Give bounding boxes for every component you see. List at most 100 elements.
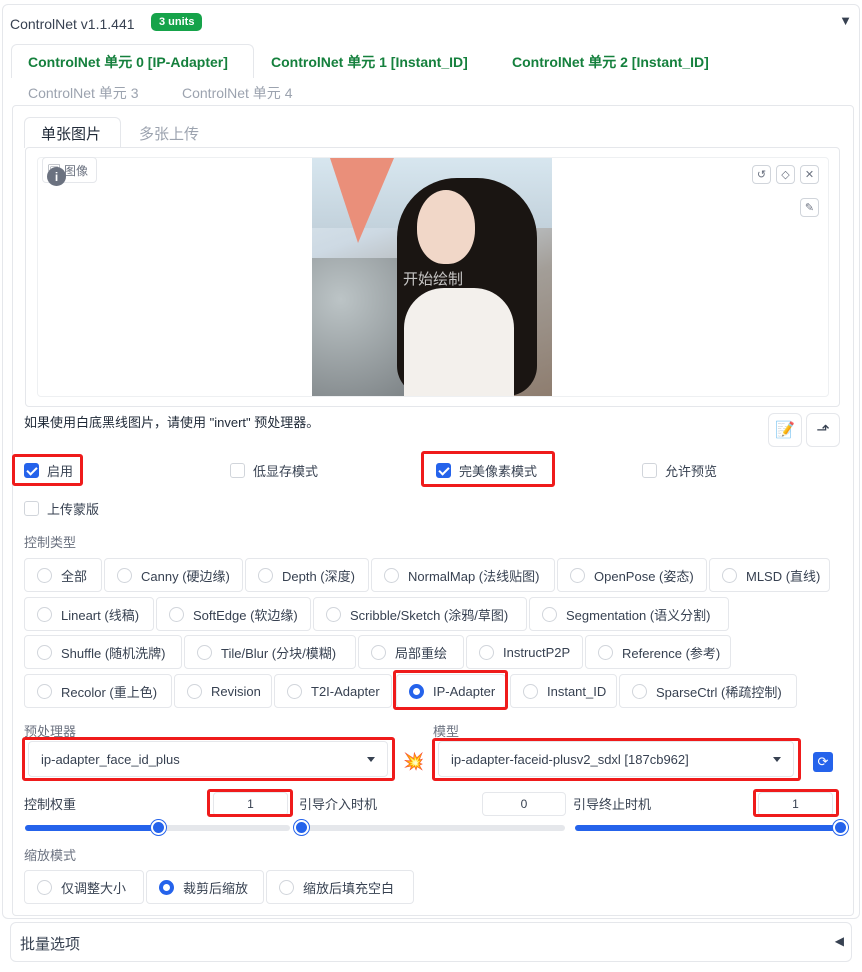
tab-unit-0[interactable]: ControlNet 单元 0 [IP-Adapter]	[28, 52, 228, 72]
control-type-option-selected[interactable]: IP-Adapter	[396, 674, 506, 708]
batch-options-accordion[interactable]	[10, 922, 852, 962]
radio-icon[interactable]	[37, 567, 52, 583]
radio-icon[interactable]	[598, 644, 613, 660]
upload-mask-checkbox[interactable]: 上传蒙版	[24, 499, 99, 518]
control-type-option[interactable]: Tile/Blur (分块/模糊)	[184, 635, 356, 669]
low-vram-label: 低显存模式	[253, 464, 319, 479]
control-type-option[interactable]: MLSD (直线)	[709, 558, 830, 592]
control-type-option[interactable]: 局部重绘	[358, 635, 464, 669]
control-type-option[interactable]: NormalMap (法线贴图)	[371, 558, 555, 592]
chevron-down-icon[interactable]	[773, 756, 781, 762]
option-label: Tile/Blur (分块/模糊)	[221, 645, 337, 661]
radio-icon[interactable]	[542, 606, 557, 622]
radio-icon[interactable]	[632, 683, 647, 699]
control-type-option[interactable]: InstructP2P	[466, 635, 583, 669]
radio-icon[interactable]	[479, 644, 494, 660]
tab-single-image[interactable]: 单张图片	[41, 123, 101, 144]
radio-selected-icon[interactable]	[159, 879, 174, 895]
option-label: Revision	[211, 683, 261, 699]
resize-option[interactable]: 仅调整大小	[24, 870, 144, 904]
slider-handle[interactable]	[833, 820, 848, 835]
slider-handle[interactable]	[294, 820, 309, 835]
upload-mask-check-icon[interactable]	[24, 501, 39, 516]
end-input[interactable]: 1	[758, 792, 833, 816]
control-type-option[interactable]: OpenPose (姿态)	[557, 558, 707, 592]
tab-batch-upload[interactable]: 多张上传	[139, 123, 199, 144]
slider-handle[interactable]	[150, 820, 166, 835]
model-dropdown[interactable]: ip-adapter-faceid-plusv2_sdxl [187cb962]	[438, 741, 794, 777]
control-type-option[interactable]: Shuffle (随机洗牌)	[24, 635, 182, 669]
radio-icon[interactable]	[258, 567, 273, 583]
control-type-option[interactable]: Segmentation (语义分割)	[529, 597, 729, 631]
radio-icon[interactable]	[523, 683, 538, 699]
start-slider[interactable]	[294, 820, 565, 835]
control-type-option[interactable]: Recolor (重上色)	[24, 674, 172, 708]
radio-icon[interactable]	[169, 606, 184, 622]
low-vram-check-icon[interactable]	[230, 463, 245, 478]
radio-icon[interactable]	[37, 606, 52, 622]
brush-icon[interactable]: ✎	[800, 198, 819, 217]
control-type-option[interactable]: Revision	[174, 674, 272, 708]
resize-option-selected[interactable]: 裁剪后缩放	[146, 870, 264, 904]
radio-icon[interactable]	[37, 644, 52, 660]
radio-icon[interactable]	[279, 879, 294, 895]
radio-icon[interactable]	[117, 567, 132, 583]
run-preprocessor-icon[interactable]: 💥	[403, 752, 424, 772]
collapse-icon[interactable]: ▼	[839, 13, 852, 28]
radio-icon[interactable]	[384, 567, 399, 583]
control-type-option[interactable]: Lineart (线稿)	[24, 597, 154, 631]
control-type-option[interactable]: T2I-Adapter	[274, 674, 392, 708]
option-label: 仅调整大小	[61, 880, 127, 896]
pixel-perfect-check-icon[interactable]	[436, 463, 451, 478]
tab-unit-3[interactable]: ControlNet 单元 3	[28, 83, 138, 103]
notepad-icon[interactable]: 📝	[768, 413, 802, 447]
control-type-option[interactable]: SparseCtrl (稀疏控制)	[619, 674, 797, 708]
close-icon[interactable]: ✕	[800, 165, 819, 184]
invert-hint: 如果使用白底黑线图片，请使用 "invert" 预处理器。	[24, 415, 320, 430]
option-label: MLSD (直线)	[746, 568, 821, 584]
image-label-text: 图像	[63, 163, 88, 178]
expand-icon[interactable]: ◀	[835, 934, 844, 948]
radio-icon[interactable]	[37, 879, 52, 895]
resize-mode-label: 缩放模式	[24, 848, 77, 863]
start-input[interactable]: 0	[482, 792, 566, 816]
control-type-option[interactable]: Canny (硬边缘)	[104, 558, 243, 592]
preprocessor-label: 预处理器	[24, 724, 77, 739]
refresh-icon[interactable]: ⟳	[813, 752, 833, 772]
radio-selected-icon[interactable]	[409, 683, 424, 699]
end-slider[interactable]	[575, 820, 848, 835]
weight-input[interactable]: 1	[213, 792, 288, 816]
allow-preview-check-icon[interactable]	[642, 463, 657, 478]
control-type-option[interactable]: Scribble/Sketch (涂鸦/草图)	[313, 597, 527, 631]
option-label: NormalMap (法线贴图)	[408, 568, 540, 584]
radio-icon[interactable]	[722, 567, 737, 583]
tab-unit-2[interactable]: ControlNet 单元 2 [Instant_ID]	[512, 52, 709, 72]
radio-icon[interactable]	[187, 683, 202, 699]
canvas-watermark: 开始绘制	[403, 271, 464, 288]
radio-icon[interactable]	[197, 644, 212, 660]
control-type-option[interactable]: Depth (深度)	[245, 558, 369, 592]
enable-check-icon[interactable]	[24, 463, 39, 478]
allow-preview-checkbox[interactable]: 允许预览	[642, 461, 717, 480]
radio-icon[interactable]	[37, 683, 52, 699]
radio-icon[interactable]	[287, 683, 302, 699]
control-type-option[interactable]: SoftEdge (软边缘)	[156, 597, 311, 631]
weight-slider[interactable]	[25, 820, 290, 835]
preprocessor-dropdown[interactable]: ip-adapter_face_id_plus	[28, 741, 388, 777]
radio-icon[interactable]	[371, 644, 386, 660]
low-vram-checkbox[interactable]: 低显存模式	[230, 461, 318, 480]
enable-checkbox[interactable]: 启用	[24, 461, 73, 480]
chevron-down-icon[interactable]	[367, 756, 375, 762]
undo-icon[interactable]: ↺	[752, 165, 771, 184]
radio-icon[interactable]	[326, 606, 341, 622]
send-dimensions-icon[interactable]: ⬏	[806, 413, 840, 447]
radio-icon[interactable]	[570, 567, 585, 583]
eraser-icon[interactable]: ◇	[776, 165, 795, 184]
pixel-perfect-checkbox[interactable]: 完美像素模式	[436, 461, 537, 480]
tab-unit-4[interactable]: ControlNet 单元 4	[182, 83, 292, 103]
resize-option[interactable]: 缩放后填充空白	[266, 870, 414, 904]
control-type-option[interactable]: 全部	[24, 558, 102, 592]
control-type-option[interactable]: Instant_ID	[510, 674, 617, 708]
tab-unit-1[interactable]: ControlNet 单元 1 [Instant_ID]	[271, 52, 468, 72]
control-type-option[interactable]: Reference (参考)	[585, 635, 731, 669]
